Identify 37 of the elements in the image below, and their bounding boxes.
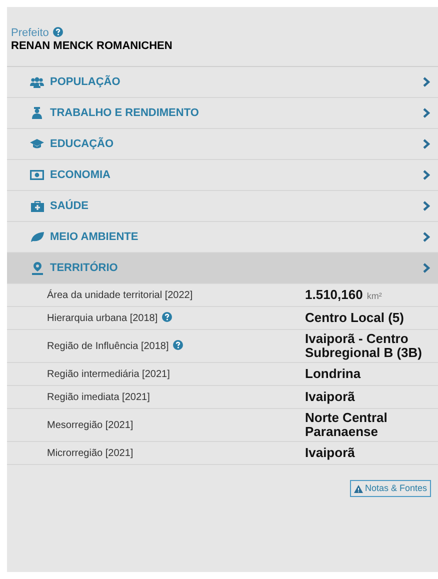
warning-icon: [354, 484, 363, 492]
row-label: Região de Influência [2018]: [47, 340, 169, 352]
row-value: Ivaiporã - Centro Subregional B (3B): [305, 331, 422, 360]
row-value: Londrina: [305, 366, 361, 381]
row-value: 1.510,160: [305, 286, 363, 302]
unit-label: km²: [366, 290, 382, 300]
row-value: Centro Local (5): [305, 310, 404, 325]
row-label: Microrregião [2021]: [47, 448, 134, 458]
mayor-label: Prefeito: [11, 27, 63, 40]
notes-sources-button[interactable]: Notas & Fontes: [350, 480, 431, 497]
row-value: Ivaiporã: [305, 389, 355, 404]
chevron-right-icon: [423, 139, 430, 149]
chevron-right-icon: [423, 77, 430, 87]
worker-icon: [32, 107, 42, 119]
row-value: Norte Central Paranaense: [305, 410, 388, 439]
banknote-icon: [30, 170, 44, 180]
leaf-icon: [30, 232, 44, 242]
row-label: Área da unidade territorial [2022]: [47, 290, 193, 300]
category-row[interactable]: TERRITÓRIO: [7, 253, 438, 284]
people-icon: [30, 76, 44, 88]
graduation-cap-icon: [30, 139, 44, 149]
mayor-name: RENAN MENCK ROMANICHEN: [11, 40, 172, 53]
row-label: Região imediata [2021]: [47, 392, 150, 402]
chevron-right-icon: [423, 263, 430, 273]
chevron-right-icon: [423, 108, 430, 118]
help-icon[interactable]: [52, 27, 63, 37]
medical-kit-icon: [30, 200, 44, 212]
row-value: Ivaiporã: [305, 445, 355, 460]
chevron-right-icon: [423, 201, 430, 211]
help-icon[interactable]: [162, 312, 172, 322]
help-icon[interactable]: [172, 340, 183, 350]
row-label: Hierarquia urbana [2018]: [47, 312, 158, 324]
row-label: Região intermediária [2021]: [47, 368, 170, 380]
chevron-right-icon: [423, 170, 430, 180]
row-label: Mesorregião [2021]: [47, 420, 134, 430]
chevron-right-icon: [423, 232, 430, 242]
map-pin-icon: [32, 262, 42, 274]
